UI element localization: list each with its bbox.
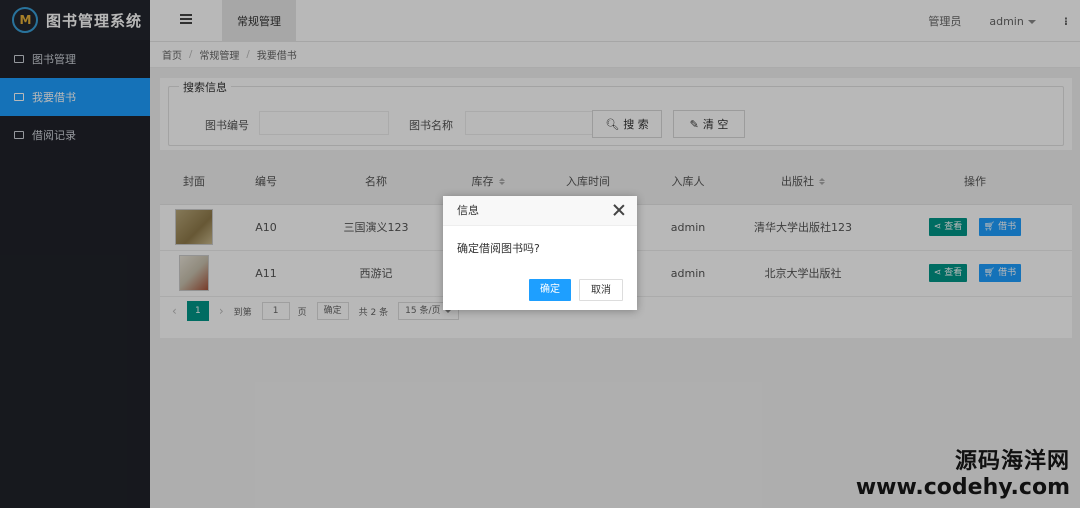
watermark: 源码海洋网 www.codehy.com (856, 443, 1070, 500)
cancel-button[interactable]: 取消 (579, 279, 623, 301)
dialog-title: 信息 (443, 196, 637, 226)
confirm-button[interactable]: 确定 (529, 279, 571, 301)
watermark-cn: 源码海洋网 (954, 449, 1070, 474)
close-icon[interactable] (613, 204, 625, 216)
watermark-en: www.codehy.com (855, 475, 1070, 500)
dialog-buttons: 确定 取消 (521, 279, 623, 301)
dialog-message: 确定借阅图书吗? (457, 242, 540, 255)
confirm-dialog: 信息 确定借阅图书吗? 确定 取消 (443, 196, 637, 310)
